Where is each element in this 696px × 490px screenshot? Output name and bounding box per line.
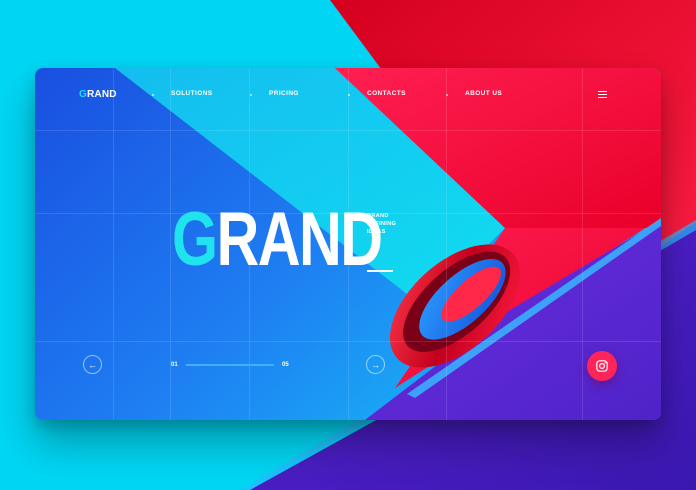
- hero-title: GRAND: [172, 202, 383, 278]
- next-button[interactable]: →: [366, 355, 385, 374]
- slide-current: 01: [171, 362, 178, 368]
- nav-item-pricing[interactable]: PRICING: [269, 90, 299, 97]
- tagline-line: IDEAS: [367, 229, 386, 235]
- slide-progress[interactable]: [186, 364, 274, 366]
- grid-line: [446, 68, 447, 420]
- grid-line: [113, 68, 114, 420]
- hero-title-accent: G: [172, 197, 218, 282]
- nav-item-about-us[interactable]: ABOUT US: [465, 90, 502, 97]
- prev-button[interactable]: ←: [83, 355, 102, 374]
- hero-card: GRAND SOLUTIONS PRICING CONTACTS ABOUT U…: [35, 68, 661, 420]
- grid-line: [582, 68, 583, 420]
- nav-item-solutions[interactable]: SOLUTIONS: [171, 90, 213, 97]
- hero-tagline: BRAND DEFINING IDEAS: [367, 212, 427, 236]
- instagram-button[interactable]: [587, 351, 617, 381]
- arrow-right-icon: →: [371, 359, 380, 370]
- grid-line: [35, 130, 661, 131]
- main-nav: SOLUTIONS PRICING CONTACTS ABOUT US: [35, 90, 661, 102]
- nav-item-contacts[interactable]: CONTACTS: [367, 90, 406, 97]
- nav-bullet: [152, 94, 154, 96]
- arrow-left-icon: ←: [88, 359, 97, 370]
- tagline-line: BRAND: [367, 213, 389, 219]
- nav-bullet: [446, 94, 448, 96]
- tagline-line: DEFINING: [367, 221, 397, 227]
- instagram-icon: [596, 360, 608, 372]
- hero-title-rest: RAND: [216, 197, 384, 282]
- hamburger-icon[interactable]: [598, 91, 607, 99]
- slide-progress-fill: [186, 364, 274, 366]
- tagline-underline: [367, 270, 393, 272]
- slide-total: 05: [282, 362, 289, 368]
- grid-line: [35, 341, 661, 342]
- nav-bullet: [348, 94, 350, 96]
- nav-bullet: [250, 94, 252, 96]
